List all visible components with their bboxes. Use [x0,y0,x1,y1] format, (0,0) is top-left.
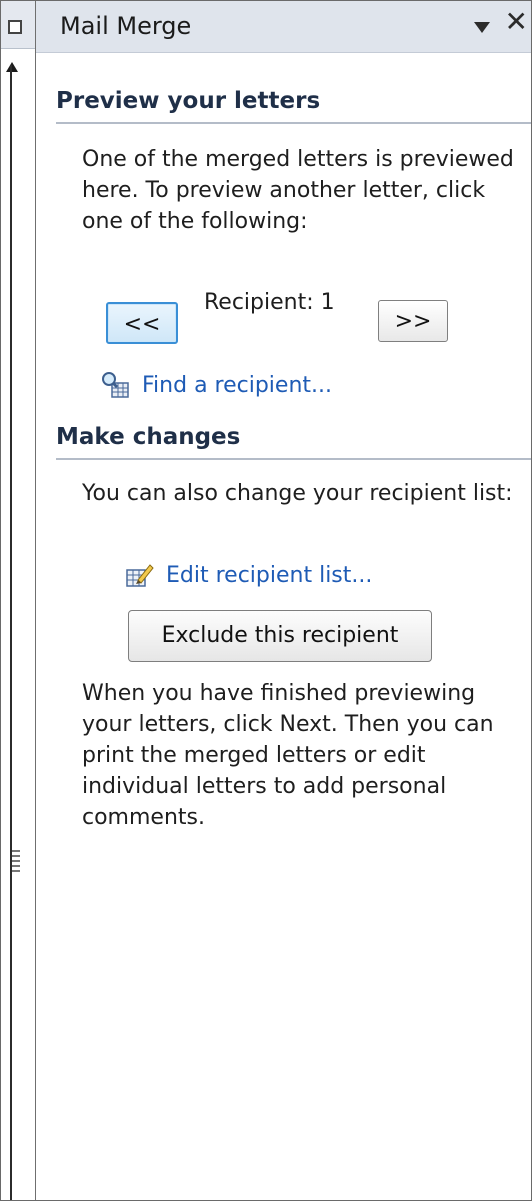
pane-header: Mail Merge ✕ [36,0,532,53]
edit-list-icon [124,560,154,590]
vertical-ruler [0,65,12,1201]
splitter-grip-icon[interactable] [12,850,20,874]
make-changes-heading: Make changes [56,424,241,450]
section-divider [56,458,532,460]
section-divider [56,122,532,124]
next-recipient-button[interactable]: >> [378,300,448,342]
preview-heading: Preview your letters [56,88,321,114]
edit-recipient-list-link[interactable]: Edit recipient list... [124,560,372,590]
corner-icon [8,20,22,34]
find-recipient-link[interactable]: Find a recipient... [100,370,332,400]
edit-recipient-list-label: Edit recipient list... [166,562,373,588]
corner-box [0,0,35,49]
make-changes-description: You can also change your recipient list: [82,481,513,506]
recipient-counter: Recipient: 1 [204,290,335,315]
preview-description: One of the merged letters is previewed h… [82,147,514,234]
pane-menu-arrow-icon[interactable] [474,22,490,33]
finish-instructions: When you have finished previewing your l… [82,681,494,830]
close-icon[interactable]: ✕ [505,8,528,36]
document-edge [0,0,36,1201]
find-recipient-icon [100,370,130,400]
exclude-recipient-button[interactable]: Exclude this recipient [128,610,432,662]
previous-recipient-button[interactable]: << [106,302,178,344]
find-recipient-label: Find a recipient... [142,372,333,398]
pane-title: Mail Merge [60,12,192,40]
